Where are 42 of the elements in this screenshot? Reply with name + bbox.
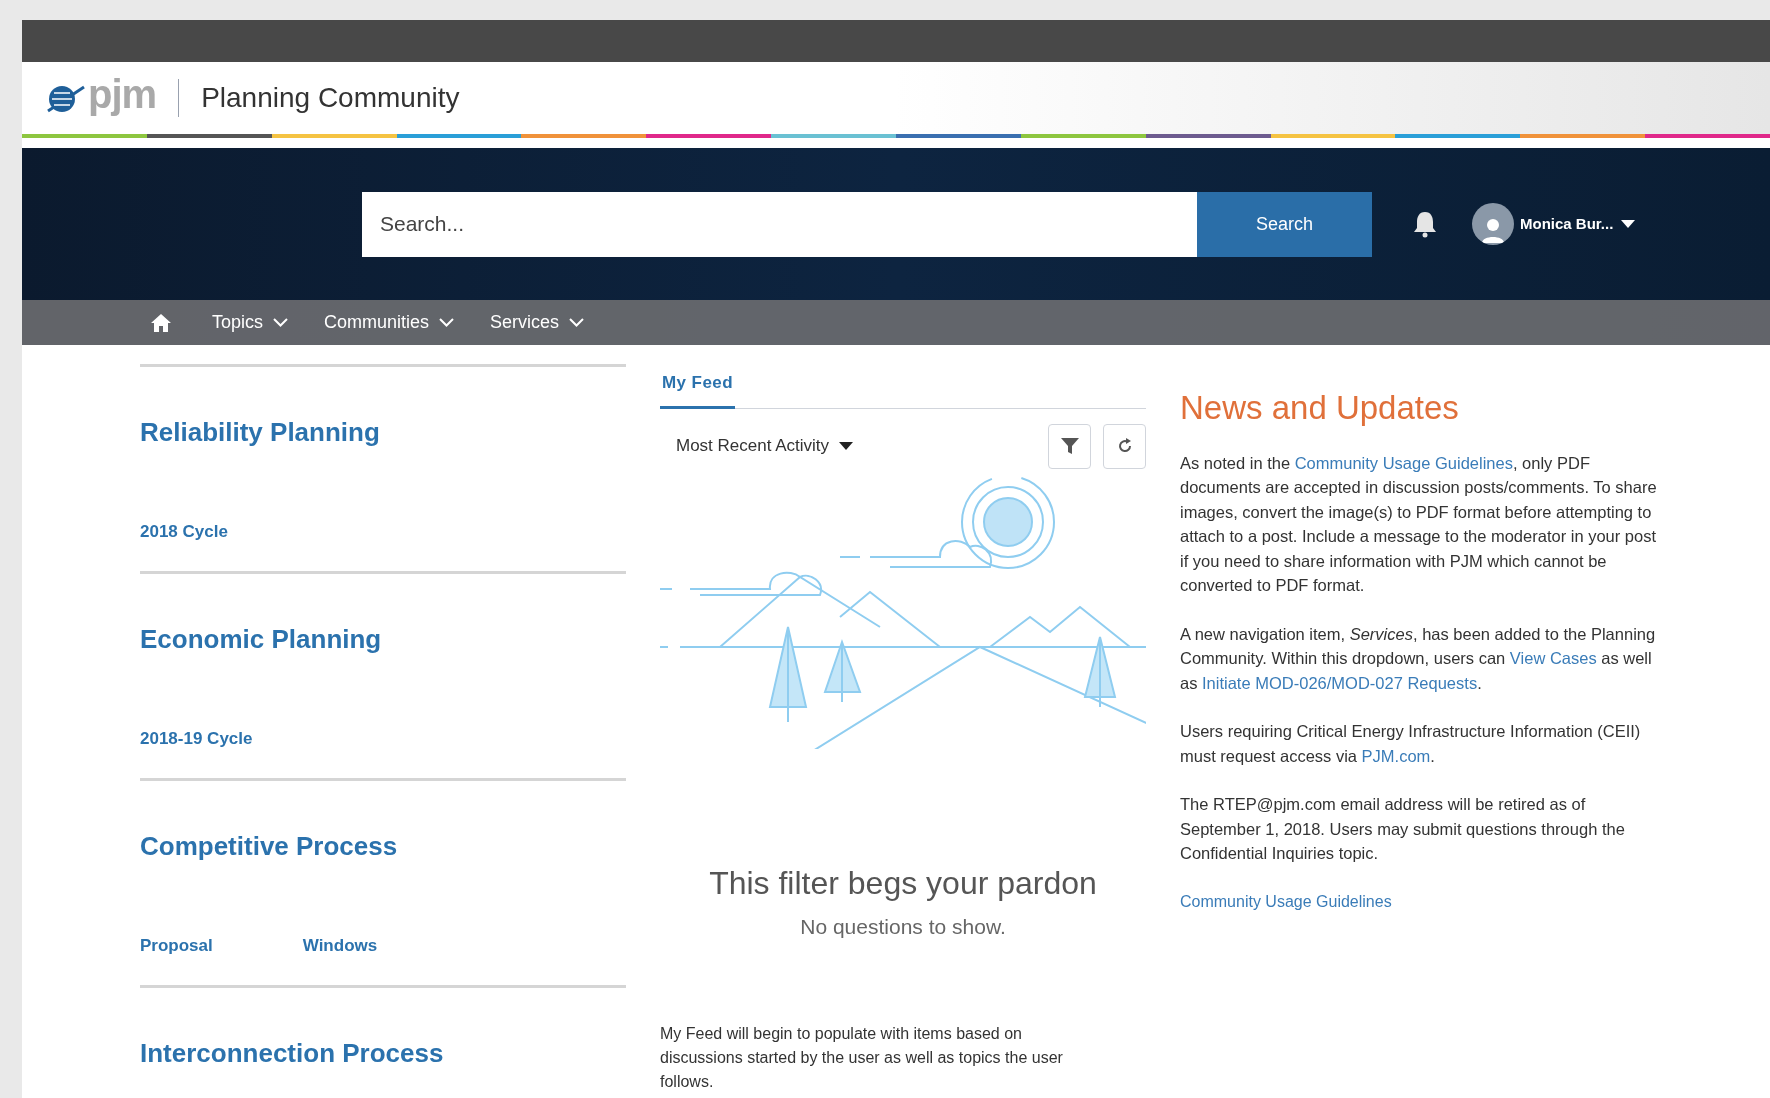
search-field[interactable]: Search... <box>362 191 1197 257</box>
user-name[interactable]: Monica Bur... <box>1520 212 1614 236</box>
empty-state-text: No questions to show. <box>799 913 1007 940</box>
news-paragraph: A new navigation item, Services, has been added to the Planning Community. Within this dropdown, users can View Cases as well as Initiate MOD-026/MOD-027 Requests. <box>1180 623 1657 694</box>
cycle-link[interactable]: Proposal <box>140 933 213 959</box>
section-title-link[interactable]: Competitive Process <box>140 829 626 863</box>
nav-menu[interactable]: Communities <box>324 309 455 336</box>
nav-menu[interactable]: Services <box>490 309 585 336</box>
section-title-link[interactable]: Interconnection Process <box>140 1036 626 1070</box>
feed-tab[interactable]: My Feed <box>660 370 735 409</box>
chevron-down-icon <box>569 318 585 327</box>
logo-text: pjm <box>88 74 157 114</box>
cycle-link[interactable]: 2018 Cycle <box>140 519 228 545</box>
filter-button[interactable] <box>1048 423 1091 469</box>
refresh-button[interactable] <box>1103 423 1146 469</box>
search-button[interactable]: Search <box>1197 191 1372 257</box>
caret-icon[interactable] <box>1621 220 1636 228</box>
news-paragraph: The RTEP@pjm.com email address will be retired as of September 1, 2018. Users may submit questions through the Confidential Inquiries topic. <box>1180 794 1626 864</box>
news-link[interactable]: View Cases <box>1509 649 1597 667</box>
bell-icon[interactable] <box>1412 210 1438 238</box>
news-paragraph: Users requiring Critical Energy Infrastructure Information (CEII) must request access via PJM.com. <box>1180 721 1642 767</box>
news-link[interactable]: Initiate MOD-026/MOD-027 Requests <box>1202 673 1478 692</box>
feed-note: My Feed will begin to populate with items based on discussions started by the user as well as topics the user follows. <box>660 1024 1064 1092</box>
news-link[interactable]: PJM.com <box>1361 746 1431 765</box>
news-link[interactable]: Community Usage Guidelines <box>1294 453 1513 472</box>
filter-icon <box>1059 436 1080 456</box>
chevron-down-icon <box>273 318 289 327</box>
cycle-link[interactable]: 2018-19 Cycle <box>140 726 253 752</box>
cycle-link[interactable]: Windows <box>302 933 378 959</box>
section-title-link[interactable]: Reliability Planning <box>140 415 626 449</box>
news-title: News and Updates <box>1180 388 1460 428</box>
news-paragraph: As noted in the Community Usage Guidelines, only PDF documents are accepted in discussion posts/comments. To share images, convert the image(s) to PDF format before attempting to attach to a post. Include a message to the moderator in your post if you need to share information with PJM which cannot be converted to PDF format. <box>1180 452 1658 596</box>
nav-menu[interactable]: Topics <box>212 309 289 336</box>
section-title-link[interactable]: Economic Planning <box>140 622 626 656</box>
caret-icon <box>839 442 854 450</box>
user-avatar[interactable] <box>1472 203 1514 245</box>
home-icon[interactable] <box>150 312 172 333</box>
sort-dropdown[interactable]: Most Recent Activity <box>676 433 854 459</box>
site-title: Planning Community <box>201 81 460 115</box>
guidelines-link[interactable]: Community Usage Guidelines <box>1180 889 1665 914</box>
chevron-down-icon <box>439 318 455 327</box>
empty-state-title: This filter begs your pardon <box>708 863 1098 903</box>
